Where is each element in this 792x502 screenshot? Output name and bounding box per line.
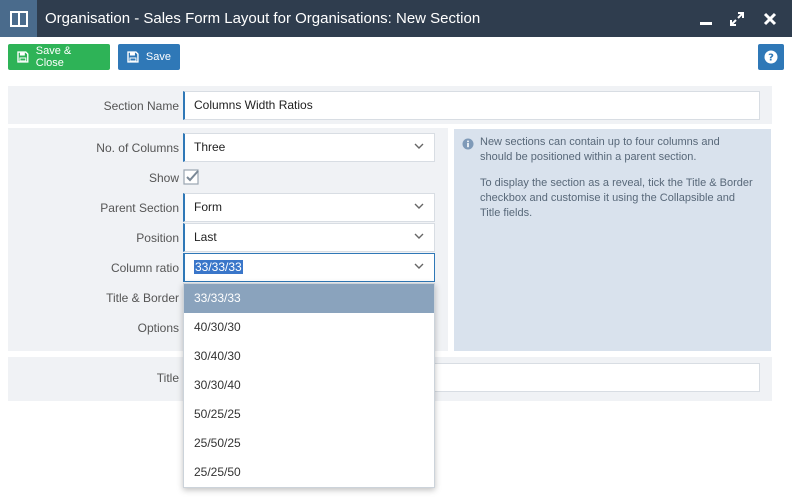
- options-label: Options: [137, 321, 179, 335]
- info-text-2: To display the section as a reveal, tick…: [480, 177, 753, 219]
- title-label: Title: [156, 371, 179, 385]
- dropdown-option[interactable]: 25/50/25: [184, 429, 434, 458]
- maximize-icon[interactable]: [722, 0, 752, 37]
- save-button[interactable]: Save: [118, 44, 180, 70]
- position-value: Last: [194, 230, 217, 244]
- column-ratio-value: 33/33/33: [194, 260, 243, 274]
- save-close-button[interactable]: Save & Close: [8, 44, 110, 70]
- minimize-icon[interactable]: [691, 0, 721, 37]
- parent-section-select[interactable]: Form: [183, 193, 435, 222]
- checkmark-icon: [183, 169, 199, 185]
- save-label: Save: [145, 51, 171, 63]
- parent-section-value: Form: [194, 200, 222, 214]
- position-label: Position: [136, 231, 179, 245]
- parent-section-label: Parent Section: [100, 201, 179, 215]
- show-label: Show: [148, 171, 179, 185]
- dropdown-option[interactable]: 30/30/40: [184, 371, 434, 400]
- chevron-down-icon: [414, 233, 424, 239]
- window-titlebar: Organisation - Sales Form Layout for Org…: [0, 0, 792, 37]
- window-title: Organisation - Sales Form Layout for Org…: [45, 10, 481, 27]
- dropdown-option[interactable]: 40/30/30: [184, 313, 434, 342]
- chevron-down-icon: [414, 203, 424, 209]
- column-ratio-label: Column ratio: [110, 261, 179, 275]
- save-icon: [17, 51, 29, 63]
- section-name-label: Section Name: [103, 99, 179, 113]
- chevron-down-icon: [414, 143, 424, 149]
- dropdown-option[interactable]: 30/40/30: [184, 342, 434, 371]
- show-checkbox[interactable]: [183, 168, 201, 186]
- save-close-label: Save & Close: [35, 45, 72, 69]
- title-border-label: Title & Border: [106, 291, 179, 305]
- panel-layout-icon[interactable]: [0, 0, 37, 37]
- save-icon: [127, 51, 139, 63]
- columns-select[interactable]: Three: [183, 133, 435, 162]
- dropdown-option[interactable]: 50/25/25: [184, 400, 434, 429]
- info-icon: [462, 138, 474, 150]
- info-text-1: New sections can contain up to four colu…: [480, 136, 720, 163]
- column-ratio-select[interactable]: 33/33/33: [183, 253, 435, 282]
- dropdown-option[interactable]: 25/25/50: [184, 458, 434, 487]
- dropdown-option[interactable]: 33/33/33: [184, 284, 434, 313]
- position-select[interactable]: Last: [183, 223, 435, 252]
- columns-value: Three: [194, 140, 226, 154]
- svg-text:?: ?: [768, 53, 774, 64]
- close-icon[interactable]: [755, 0, 785, 37]
- chevron-down-icon: [414, 263, 424, 269]
- help-button[interactable]: ?: [758, 44, 784, 70]
- help-icon: ?: [764, 50, 778, 64]
- section-name-input[interactable]: Columns Width Ratios: [183, 91, 760, 120]
- column-ratio-dropdown: 33/33/33 40/30/30 30/40/30 30/30/40 50/2…: [183, 283, 435, 488]
- columns-label: No. of Columns: [96, 141, 179, 155]
- info-panel: New sections can contain up to four colu…: [454, 129, 771, 351]
